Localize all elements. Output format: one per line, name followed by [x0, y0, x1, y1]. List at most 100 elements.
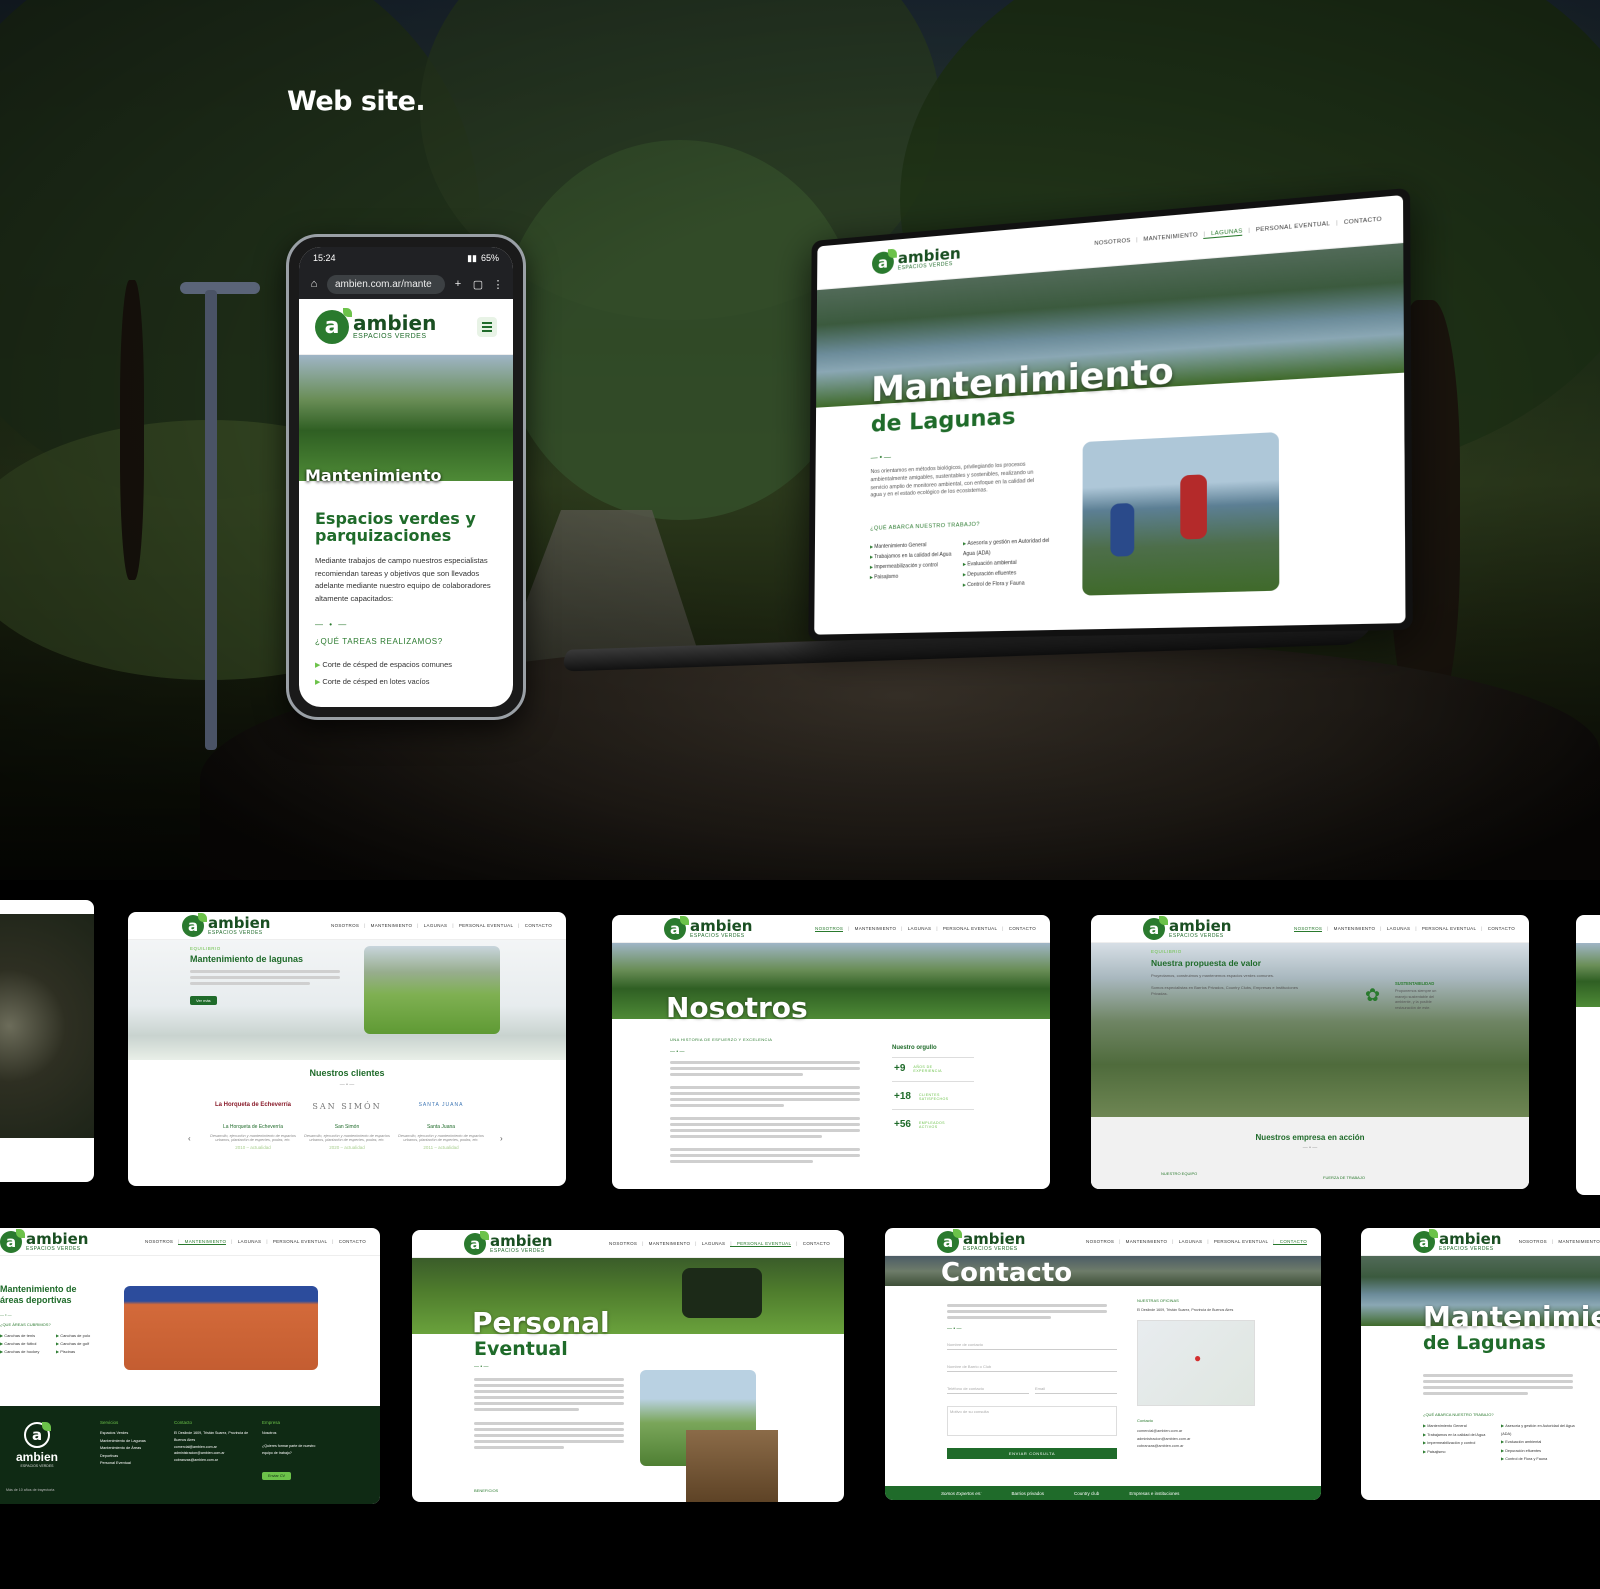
office-address: El Deslinde 1609, Tristán Suarez, Provin…: [1137, 1308, 1234, 1312]
phone-input[interactable]: Teléfono de contacto: [947, 1386, 1029, 1394]
tabs-icon[interactable]: ▢: [471, 278, 485, 291]
nav-contacto[interactable]: CONTACTO: [332, 1239, 366, 1245]
card-title: Mantenimiento de áreas deportivas: [0, 1284, 77, 1305]
nav-personal-eventual[interactable]: PERSONAL EVENTUAL: [1248, 221, 1330, 235]
nav-lagunas[interactable]: LAGUNAS: [417, 923, 447, 928]
contact-email[interactable]: administracion@ambien.com.ar: [1137, 1436, 1190, 1444]
contact-email[interactable]: cobranzas@ambien.com.ar: [1137, 1443, 1190, 1451]
send-cv-button[interactable]: Enviar CV: [262, 1472, 292, 1480]
barrio-input[interactable]: Nombre de Barrio o Club: [947, 1364, 1117, 1372]
nav-lagunas[interactable]: LAGUNAS: [1380, 926, 1410, 932]
nav-contacto[interactable]: CONTACTO: [1273, 1239, 1307, 1245]
contact-name-input[interactable]: Nombre de contacto: [947, 1342, 1117, 1350]
nav-personal-eventual[interactable]: PERSONAL EVENTUAL: [452, 923, 513, 928]
side-text: Proponemos siempre un manejo sustentable…: [1395, 989, 1437, 1011]
ambien-logo[interactable]: a ambien ESPACIOS VERDES: [664, 915, 752, 940]
aerial-banner: [1091, 943, 1529, 1117]
office-map[interactable]: ●: [1137, 1320, 1255, 1406]
footer-service-link[interactable]: Mantenimiento de Áreas Deportivas: [100, 1445, 158, 1460]
nav-nosotros[interactable]: NOSOTROS: [1294, 926, 1323, 932]
footer-email[interactable]: administracion@ambien.com.ar: [174, 1450, 250, 1457]
nav-mantenimiento[interactable]: MANTENIMIENTO: [1136, 232, 1198, 245]
nav-nosotros[interactable]: NOSOTROS: [1094, 238, 1130, 248]
ambien-logo[interactable]: a ambien ESPACIOS VERDES: [182, 912, 270, 937]
nav-lagunas[interactable]: LAGUNAS: [901, 926, 931, 932]
nav-personal-eventual[interactable]: PERSONAL EVENTUAL: [1415, 926, 1476, 932]
ambien-logo[interactable]: a ambien ESPACIOS VERDES: [937, 1228, 1026, 1253]
nav-mantenimiento[interactable]: MANTENIMIENTO: [1552, 1239, 1600, 1244]
client-logo: SANTA JUANA: [418, 1102, 464, 1108]
carousel-next-icon[interactable]: ›: [500, 1134, 503, 1143]
nav-nosotros[interactable]: NOSOTROS: [609, 1241, 637, 1247]
brand-tagline: ESPACIOS VERDES: [353, 333, 427, 340]
client-desc: Desarrollo, ejecución y mantenimiento de…: [304, 1134, 390, 1142]
logo-mark-icon: a: [0, 1228, 25, 1253]
footer-service-link[interactable]: Espacios Verdes: [100, 1430, 158, 1438]
nav-mantenimiento[interactable]: MANTENIMIENTO: [178, 1239, 227, 1245]
ambien-logo[interactable]: a ambien ESPACIOS VERDES: [0, 1228, 88, 1253]
nav-lagunas[interactable]: LAGUNAS: [231, 1239, 261, 1245]
footer-service-link[interactable]: Mantenimiento de Lagunas: [100, 1438, 158, 1446]
card-propuesta: aambienESPACIOS VERDES NOSOTROS MANTENIMI…: [1091, 915, 1529, 1189]
email-input[interactable]: Email: [1035, 1386, 1117, 1394]
new-tab-icon[interactable]: +: [451, 278, 465, 290]
nav-mantenimiento[interactable]: MANTENIMIENTO: [642, 1241, 690, 1247]
brand-name: ambien: [963, 1229, 1026, 1248]
nav-contacto[interactable]: CONTACTO: [518, 923, 552, 928]
submit-button[interactable]: ENVIAR CONSULTA: [947, 1448, 1117, 1459]
footer-service-link[interactable]: Personal Eventual: [100, 1460, 158, 1468]
logo-mark-icon: a: [182, 912, 207, 937]
nav-lagunas[interactable]: LAGUNAS: [1203, 228, 1243, 239]
footer-email[interactable]: comercial@ambien.com.ar: [174, 1444, 250, 1451]
more-menu-icon[interactable]: ⋮: [491, 278, 505, 291]
work-item: Asesoría y gestión en Autoridad del Agua…: [963, 536, 1051, 560]
nav-contacto[interactable]: CONTACTO: [1336, 216, 1382, 227]
nav-contacto[interactable]: CONTACTO: [1002, 926, 1036, 932]
nav-nosotros[interactable]: NOSOTROS: [1086, 1239, 1114, 1245]
home-icon[interactable]: ⌂: [307, 278, 321, 290]
section-title: Web site.: [287, 86, 426, 117]
nav-nosotros[interactable]: NOSOTROS: [331, 923, 359, 928]
client-name: San Simón: [334, 1124, 360, 1130]
footer-email[interactable]: cobranzas@ambien.com.ar: [174, 1457, 250, 1464]
nav-contacto[interactable]: CONTACTO: [796, 1241, 830, 1247]
ver-mas-button[interactable]: Ver más: [190, 996, 217, 1005]
main-nav: NOSOTROS MANTENIMIENTO LAGUNAS PERSONAL EVE…: [815, 926, 1036, 932]
nav-lagunas[interactable]: LAGUNAS: [1172, 1239, 1202, 1245]
mobile-site-header: a ambien ESPACIOS VERDES: [299, 299, 513, 355]
garden-hero-image: Mantenimiento: [299, 355, 513, 485]
nav-mantenimiento[interactable]: MANTENIMIENTO: [848, 926, 896, 932]
ambien-logo[interactable]: a ambien ESPACIOS VERDES: [1413, 1228, 1501, 1253]
nav-personal-eventual[interactable]: PERSONAL EVENTUAL: [1207, 1239, 1268, 1245]
ambien-logo[interactable]: a ambien ESPACIOS VERDES: [871, 244, 961, 275]
carousel-prev-icon[interactable]: ‹: [188, 1134, 191, 1143]
main-nav: NOSOTROS MANTENIMIENTO LAGUNAS PERSONAL EVE…: [1294, 926, 1515, 932]
nav-lagunas[interactable]: LAGUNAS: [695, 1241, 725, 1247]
nav-contacto[interactable]: CONTACTO: [1481, 926, 1515, 932]
nav-nosotros[interactable]: NOSOTROS: [145, 1239, 173, 1245]
hamburger-menu-icon[interactable]: [477, 316, 497, 337]
nav-nosotros[interactable]: NOSOTROS: [815, 926, 844, 932]
nav-personal-eventual[interactable]: PERSONAL EVENTUAL: [730, 1241, 792, 1247]
nav-nosotros[interactable]: NOSOTROS: [1519, 1239, 1547, 1244]
browser-toolbar: ⌂ ambien.com.ar/mante + ▢ ⋮: [299, 269, 513, 299]
logo-mark-icon: a: [1143, 915, 1168, 940]
ambien-logo[interactable]: a ambien ESPACIOS VERDES: [1143, 915, 1231, 940]
nav-mantenimiento[interactable]: MANTENIMIENTO: [1119, 1239, 1167, 1245]
card-contacto: aambienESPACIOS VERDES NOSOTROS MANTENIMI…: [885, 1228, 1321, 1500]
phone-screen: 15:24 ▮▮ 65% ⌂ ambien.com.ar/mante + ▢ ⋮…: [299, 247, 513, 707]
nav-personal-eventual[interactable]: PERSONAL EVENTUAL: [266, 1239, 327, 1245]
footer-logo[interactable]: a ambien ESPACIOS VERDES: [16, 1422, 58, 1468]
stat-label: CLIENTES SATISFECHOS: [918, 1092, 949, 1101]
hero-title: Personal: [472, 1306, 610, 1339]
ambien-logo[interactable]: a ambien ESPACIOS VERDES: [315, 307, 436, 344]
message-textarea[interactable]: Motivo de su consulta: [947, 1406, 1117, 1436]
nav-mantenimiento[interactable]: MANTENIMIENTO: [364, 923, 412, 928]
nav-personal-eventual[interactable]: PERSONAL EVENTUAL: [936, 926, 997, 932]
client-name: La Horqueta de Echeverría: [222, 1124, 284, 1130]
nav-mantenimiento[interactable]: MANTENIMIENTO: [1327, 926, 1375, 932]
contact-email[interactable]: comercial@ambien.com.ar: [1137, 1428, 1190, 1436]
address-bar[interactable]: ambien.com.ar/mante: [327, 274, 445, 294]
ambien-logo[interactable]: a ambien ESPACIOS VERDES: [464, 1230, 552, 1255]
footer-company-link[interactable]: Nosotros: [262, 1430, 322, 1437]
